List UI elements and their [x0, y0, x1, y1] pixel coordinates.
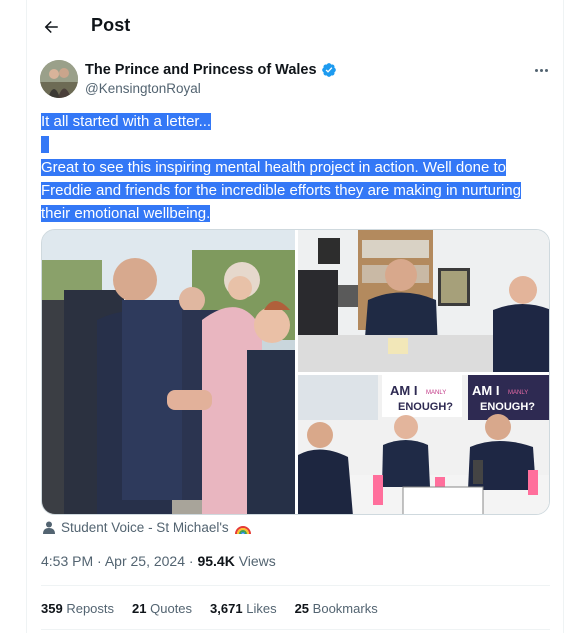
- bookmarks-stat[interactable]: 25 Bookmarks: [295, 601, 378, 616]
- bookmarks-label: Bookmarks: [312, 601, 378, 616]
- tagged-users[interactable]: Student Voice - St Michael's: [43, 520, 251, 535]
- more-dot-icon: [544, 68, 548, 72]
- tweet-text: It all started with a letter... Great to…: [41, 110, 556, 225]
- svg-text:AM I: AM I: [390, 383, 417, 398]
- more-dot-icon: [539, 68, 543, 72]
- person-icon: [43, 521, 55, 534]
- tagged-label: Student Voice - St Michael's: [61, 520, 229, 535]
- quotes-stat[interactable]: 21 Quotes: [132, 601, 192, 616]
- svg-text:ENOUGH?: ENOUGH?: [480, 401, 535, 413]
- views-label: Views: [238, 553, 276, 569]
- page-title: Post: [91, 15, 131, 35]
- handshake-photo-icon: [42, 230, 295, 514]
- more-dot-icon: [534, 68, 538, 72]
- svg-text:MANLY: MANLY: [508, 390, 528, 396]
- author-handle[interactable]: @KensingtonRoyal: [85, 81, 201, 96]
- media-image-classroom[interactable]: [298, 230, 549, 372]
- tweet-line: their emotional wellbeing.: [41, 205, 211, 222]
- likes-stat[interactable]: 3,671 Likes: [210, 601, 277, 616]
- reposts-label: Reposts: [66, 601, 115, 616]
- media-grid: AM I MANLY ENOUGH? AM I MANLY ENOUGH?: [41, 229, 550, 515]
- more-options-button[interactable]: [530, 62, 552, 78]
- post-time[interactable]: 4:53 PM: [41, 553, 93, 569]
- column-border-left: [26, 0, 27, 633]
- verified-badge-icon: [321, 63, 336, 77]
- author-name[interactable]: The Prince and Princess of Wales: [85, 62, 337, 78]
- tweet-line-empty: [41, 136, 50, 153]
- meta-separator: ·: [97, 553, 102, 569]
- back-button[interactable]: [36, 12, 66, 42]
- svg-text:ENOUGH?: ENOUGH?: [398, 401, 453, 413]
- divider: [41, 629, 550, 630]
- divider: [41, 585, 550, 586]
- tweet-line: Great to see this inspiring mental healt…: [41, 159, 506, 176]
- post-date[interactable]: Apr 25, 2024: [105, 553, 185, 569]
- post-meta: 4:53 PM · Apr 25, 2024 · 95.4K Views: [41, 553, 276, 569]
- engagement-stats: 359 Reposts 21 Quotes 3,671 Likes 25 Boo…: [41, 601, 378, 616]
- quotes-count: 21: [132, 601, 147, 616]
- classroom-photo-icon: [298, 230, 549, 372]
- reposts-stat[interactable]: 359 Reposts: [41, 601, 114, 616]
- tweet-line: It all started with a letter...: [41, 113, 212, 130]
- media-image-handshake[interactable]: [42, 230, 295, 514]
- display-name-text: The Prince and Princess of Wales: [85, 62, 317, 78]
- tweet-line: Freddie and friends for the incredible e…: [41, 182, 521, 199]
- arrow-left-icon: [44, 21, 58, 33]
- rainbow-icon: [234, 525, 251, 534]
- views-count: 95.4K: [197, 553, 235, 569]
- column-border-right: [563, 0, 564, 633]
- bookmarks-count: 25: [294, 601, 310, 616]
- meta-separator: ·: [188, 553, 194, 569]
- reposts-count: 359: [41, 601, 63, 616]
- quotes-label: Quotes: [150, 601, 193, 616]
- poster-photo-icon: AM I MANLY ENOUGH? AM I MANLY ENOUGH?: [298, 375, 549, 514]
- svg-text:AM I: AM I: [472, 383, 499, 398]
- post-page: Post The Prince and Princess of Wales @K…: [0, 0, 570, 633]
- profile-photo-icon: [40, 60, 78, 98]
- media-image-poster[interactable]: AM I MANLY ENOUGH? AM I MANLY ENOUGH?: [298, 375, 549, 514]
- likes-label: Likes: [246, 601, 277, 616]
- likes-count: 3,671: [210, 601, 243, 616]
- svg-text:MANLY: MANLY: [426, 390, 446, 396]
- avatar[interactable]: [40, 60, 78, 98]
